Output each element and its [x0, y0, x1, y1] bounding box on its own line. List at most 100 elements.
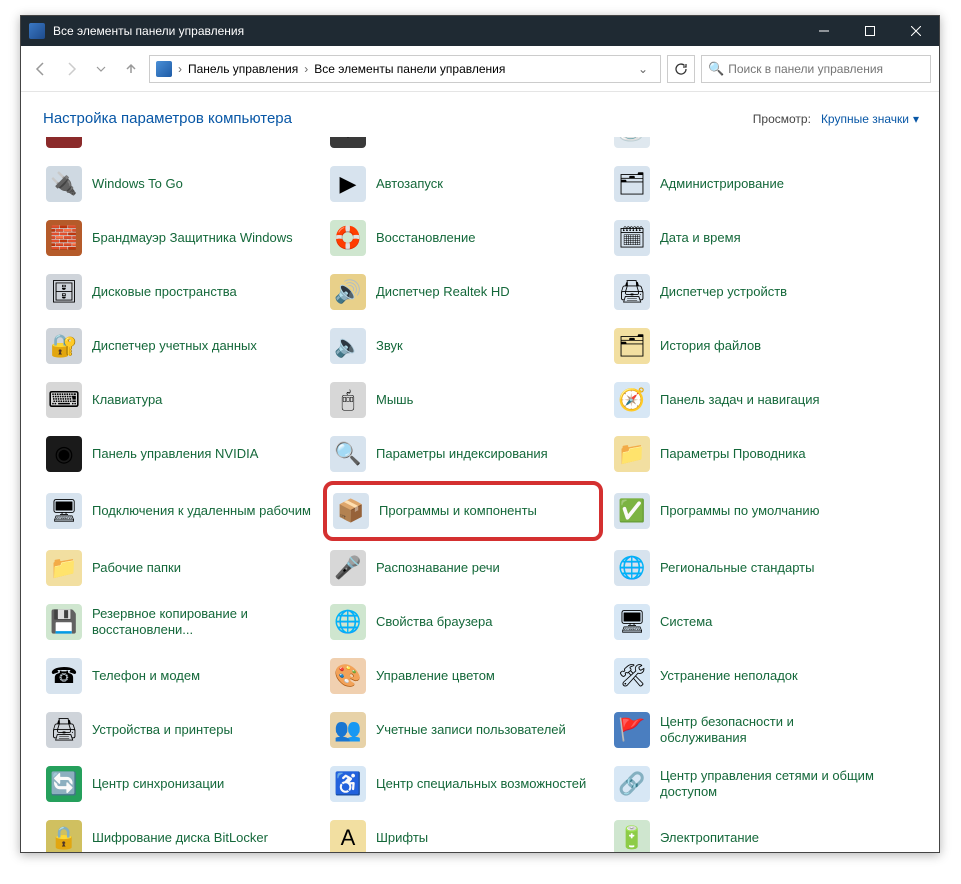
minimize-button[interactable]: [801, 16, 847, 46]
cp-item-indexing[interactable]: 🔍Параметры индексирования: [323, 427, 603, 481]
cp-item-keyboard[interactable]: ⌨Клавиатура: [39, 373, 319, 427]
item-label: Распознавание речи: [376, 560, 500, 576]
history-icon: 🗂: [614, 328, 650, 364]
page-title: Настройка параметров компьютера: [43, 110, 292, 127]
cp-item-sound[interactable]: 🔈Звук: [323, 319, 603, 373]
cp-item-internet[interactable]: 🌐Свойства браузера: [323, 595, 603, 649]
cp-item-history[interactable]: 🗂 История файлов: [607, 319, 887, 373]
cp-item-network[interactable]: 🔗Центр управления сетями и общим доступо…: [607, 757, 887, 811]
breadcrumb[interactable]: › Панель управления › Все элементы панел…: [149, 55, 661, 83]
keyboard-icon: ⌨: [46, 382, 82, 418]
cp-item-iobit[interactable]: ⚙IObit Uninstaller: [323, 137, 603, 157]
cp-item-wtg[interactable]: 🔌Windows To Go: [39, 157, 319, 211]
sync-icon: 🔄: [46, 766, 82, 802]
breadcrumb-part[interactable]: Панель управления: [188, 62, 298, 76]
search-box[interactable]: 🔍: [701, 55, 931, 83]
cp-item-defaults[interactable]: ✅Программы по умолчанию: [607, 481, 887, 541]
workfolders-icon: 📁: [46, 550, 82, 586]
item-label: Flash Player (32 бита): [92, 137, 222, 138]
cp-item-taskbar[interactable]: 🧭 Панель задач и навигация: [607, 373, 887, 427]
cp-item-datetime[interactable]: 🗓Дата и время: [607, 211, 887, 265]
sound-icon: 🔈: [330, 328, 366, 364]
item-label: История файлов: [660, 338, 761, 354]
cp-item-troubleshoot[interactable]: 🛠Устранение неполадок: [607, 649, 887, 703]
storage-icon: 🗄: [46, 274, 82, 310]
item-label: Устройства и принтеры: [92, 722, 233, 738]
maximize-button[interactable]: [847, 16, 893, 46]
navbar: › Панель управления › Все элементы панел…: [21, 46, 939, 92]
cp-item-security[interactable]: 🚩Центр безопасности и обслуживания: [607, 703, 887, 757]
backup-icon: 💾: [46, 604, 82, 640]
cp-item-phone[interactable]: ☎Телефон и модем: [39, 649, 319, 703]
recent-locations-button[interactable]: [89, 57, 113, 81]
devices-icon: 🖨: [46, 712, 82, 748]
cp-item-recovery[interactable]: 🛟Восстановление: [323, 211, 603, 265]
cp-item-autoplay[interactable]: ▶Автозапуск: [323, 157, 603, 211]
iobit-icon: ⚙: [330, 137, 366, 148]
cp-item-devices[interactable]: 🖨 Устройства и принтеры: [39, 703, 319, 757]
cp-item-mouse[interactable]: 🖱Мышь: [323, 373, 603, 427]
color-icon: 🎨: [330, 658, 366, 694]
view-dropdown[interactable]: Крупные значки ▾: [821, 112, 919, 126]
search-input[interactable]: [728, 62, 924, 76]
scroll-area[interactable]: fFlash Player (32 бита)⚙IObit Uninstalle…: [21, 137, 939, 852]
cp-item-bitlocker[interactable]: 🔒Шифрование диска BitLocker: [39, 811, 319, 852]
internet-icon: 🌐: [330, 604, 366, 640]
up-button[interactable]: [119, 57, 143, 81]
refresh-button[interactable]: [667, 55, 695, 83]
cp-item-cred[interactable]: 🔐Диспетчер учетных данных: [39, 319, 319, 373]
forward-button[interactable]: [59, 57, 83, 81]
realtek-icon: 🔊: [330, 274, 366, 310]
cp-item-nvidia[interactable]: ◉Панель управления NVIDIA: [39, 427, 319, 481]
cp-item-sync[interactable]: 🔄Центр синхронизации: [39, 757, 319, 811]
content-header: Настройка параметров компьютера Просмотр…: [21, 92, 939, 137]
item-label: Параметры индексирования: [376, 446, 548, 462]
item-label: Программы и компоненты: [379, 503, 537, 519]
cp-item-flash[interactable]: fFlash Player (32 бита): [39, 137, 319, 157]
phone-icon: ☎: [46, 658, 82, 694]
cp-item-backup[interactable]: 💾Резервное копирование и восстановлени..…: [39, 595, 319, 649]
item-label: Автозапуск: [376, 176, 443, 192]
admin-icon: 🗂: [614, 166, 650, 202]
item-label: Windows To Go: [92, 176, 183, 192]
defaults-icon: ✅: [614, 493, 650, 529]
security-icon: 🚩: [614, 712, 650, 748]
cp-item-workfolders[interactable]: 📁Рабочие папки: [39, 541, 319, 595]
region-icon: 🌐: [614, 550, 650, 586]
taskbar-icon: 🧭: [614, 382, 650, 418]
cp-item-region[interactable]: 🌐Региональные стандарты: [607, 541, 887, 595]
breadcrumb-part[interactable]: Все элементы панели управления: [314, 62, 505, 76]
back-button[interactable]: [29, 57, 53, 81]
device-icon: 🖨: [614, 274, 650, 310]
search-icon: 🔍: [708, 61, 724, 77]
cp-item-color[interactable]: 🎨Управление цветом: [323, 649, 603, 703]
fonts-icon: A: [330, 820, 366, 852]
item-label: Панель задач и навигация: [660, 392, 820, 408]
close-button[interactable]: [893, 16, 939, 46]
cp-item-rdp[interactable]: 🖥Подключения к удаленным рабочим: [39, 481, 319, 541]
breadcrumb-dropdown[interactable]: ⌄: [632, 62, 654, 76]
cp-item-device[interactable]: 🖨Диспетчер устройств: [607, 265, 887, 319]
system-icon: 🖥: [614, 604, 650, 640]
cp-item-users[interactable]: 👥Учетные записи пользователей: [323, 703, 603, 757]
item-label: Параметры Проводника: [660, 446, 806, 462]
recovery-icon: 🛟: [330, 220, 366, 256]
cp-item-ease[interactable]: ♿Центр специальных возможностей: [323, 757, 603, 811]
cp-item-java[interactable]: ☕Java (32 бита): [607, 137, 887, 157]
cp-item-fonts[interactable]: AШрифты: [323, 811, 603, 852]
item-label: Диспетчер учетных данных: [92, 338, 257, 354]
cp-item-power[interactable]: 🔋Электропитание: [607, 811, 887, 852]
cp-item-speech[interactable]: 🎤Распознавание речи: [323, 541, 603, 595]
cp-item-realtek[interactable]: 🔊Диспетчер Realtek HD: [323, 265, 603, 319]
cp-item-storage[interactable]: 🗄 Дисковые пространства: [39, 265, 319, 319]
item-label: Мышь: [376, 392, 413, 408]
cp-item-explorer[interactable]: 📁Параметры Проводника: [607, 427, 887, 481]
cp-item-admin[interactable]: 🗂Администрирование: [607, 157, 887, 211]
view-options: Просмотр: Крупные значки ▾: [753, 112, 919, 126]
cp-item-firewall[interactable]: 🧱Брандмауэр Защитника Windows: [39, 211, 319, 265]
item-label: Дисковые пространства: [92, 284, 237, 300]
control-panel-window: Все элементы панели управления: [20, 15, 940, 853]
power-icon: 🔋: [614, 820, 650, 852]
cp-item-system[interactable]: 🖥Система: [607, 595, 887, 649]
cp-item-programs[interactable]: 📦Программы и компоненты: [327, 485, 599, 537]
